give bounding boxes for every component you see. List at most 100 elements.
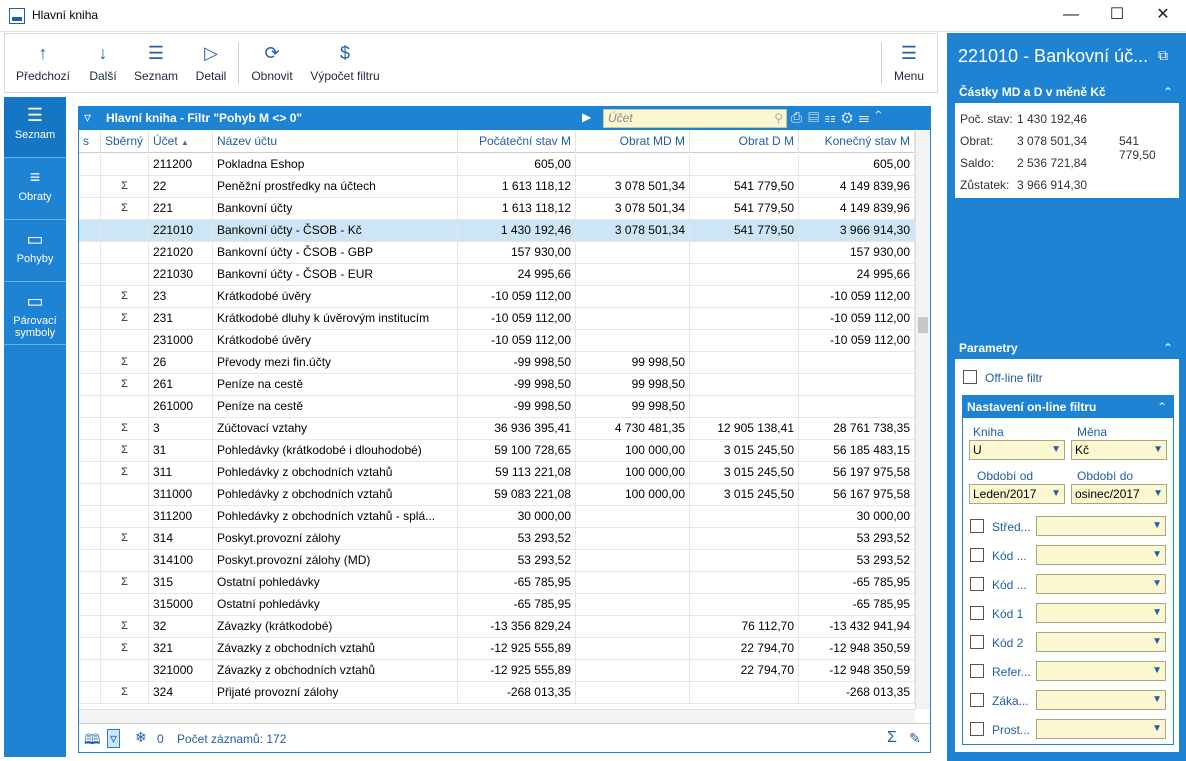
minimize-button[interactable]: — bbox=[1048, 0, 1094, 32]
sum-icon[interactable]: Σ bbox=[887, 729, 897, 747]
table-row[interactable]: Σ 23 Krátkodobé úvěry -10 059 112,00 -10 059… bbox=[79, 286, 915, 308]
cell-d: 22 794,70 bbox=[690, 660, 799, 682]
col-obrat-d[interactable]: Obrat D M bbox=[690, 131, 799, 153]
table-row[interactable]: Σ 32 Závazky (krátkodobé) -13 356 829,24 76 … bbox=[79, 616, 915, 638]
filter-calc-button[interactable]: $ Výpočet filtru bbox=[307, 34, 383, 92]
table-row[interactable]: Σ 321 Závazky z obchodních vztahů -12 925 5… bbox=[79, 638, 915, 660]
close-button[interactable]: ✕ bbox=[1140, 0, 1186, 32]
filter-checkbox[interactable] bbox=[970, 548, 984, 562]
table-row[interactable]: 314100 Poskyt.provozní zálohy (MD) 53 293,… bbox=[79, 550, 915, 572]
cell-kon: -12 948 350,59 bbox=[799, 638, 915, 660]
filter-checkbox[interactable] bbox=[970, 664, 984, 678]
cell-kon: 3 966 914,30 bbox=[799, 220, 915, 242]
filter-checkbox[interactable] bbox=[970, 577, 984, 591]
filter-checkbox[interactable] bbox=[970, 519, 984, 533]
search-input[interactable]: Účet ⚲ bbox=[603, 109, 787, 128]
edit-icon[interactable]: ✎ bbox=[909, 730, 921, 747]
nav-pohyby[interactable]: ▭ Pohyby bbox=[4, 221, 66, 282]
col-pocatecni[interactable]: Počáteční stav M bbox=[458, 131, 576, 153]
previous-button[interactable]: ↑ Předchozí bbox=[13, 34, 73, 92]
filter-field-select[interactable]: ▼ bbox=[1036, 719, 1166, 739]
filter-checkbox[interactable] bbox=[970, 606, 984, 620]
popout-icon[interactable]: ⧉ bbox=[1158, 47, 1168, 64]
vertical-scrollbar[interactable] bbox=[915, 131, 930, 709]
sum-group-icon bbox=[101, 660, 149, 682]
filter-field-select[interactable]: ▼ bbox=[1036, 603, 1166, 623]
table-row[interactable]: 221020 Bankovní účty - ČSOB - GBP 157 930,… bbox=[79, 242, 915, 264]
table-row[interactable]: Σ 314 Poskyt.provozní zálohy 53 293,52 53 29… bbox=[79, 528, 915, 550]
collapse-icon[interactable]: ⌃ bbox=[1163, 81, 1173, 103]
collapse-icon[interactable]: ⌃ bbox=[1163, 337, 1173, 359]
detail-button[interactable]: ▷ Detail bbox=[191, 34, 231, 92]
filter-field-select[interactable]: ▼ bbox=[1036, 574, 1166, 594]
horizontal-scrollbar[interactable] bbox=[79, 709, 915, 723]
table-row[interactable]: 311200 Pohledávky z obchodních vztahů - s… bbox=[79, 506, 915, 528]
table-row[interactable]: Σ 315 Ostatní pohledávky -65 785,95 -65 785,… bbox=[79, 572, 915, 594]
online-filter-header[interactable]: Nastavení on-line filtru ⌃ bbox=[963, 396, 1173, 418]
table-row[interactable]: Σ 324 Přijaté provozní zálohy -268 013,35 -2… bbox=[79, 682, 915, 704]
table-row[interactable]: 221010 Bankovní účty - ČSOB - Kč 1 430 192… bbox=[79, 220, 915, 242]
grid-tools[interactable]: ⎙▤☷⚙☰⌃ bbox=[791, 109, 888, 126]
scroll-thumb[interactable] bbox=[918, 317, 928, 333]
table-row[interactable]: Σ 31 Pohledávky (krátkodobé i dlouhodobé) 5… bbox=[79, 440, 915, 462]
snowflake-icon[interactable]: ❄ bbox=[135, 729, 147, 746]
filter-checkbox[interactable] bbox=[970, 693, 984, 707]
table-row[interactable]: Σ 22 Peněžní prostředky na účtech 1 613 118… bbox=[79, 176, 915, 198]
table-row[interactable]: 321000 Závazky z obchodních vztahů -12 925… bbox=[79, 660, 915, 682]
period-from-select[interactable]: Leden/2017 ▼ bbox=[969, 484, 1065, 504]
table-row[interactable]: Σ 3 Zúčtovací vztahy 36 936 395,41 4 730 481… bbox=[79, 418, 915, 440]
filter-field-label: Záka... bbox=[992, 694, 1029, 708]
table-row[interactable]: 315000 Ostatní pohledávky -65 785,95 -65 78… bbox=[79, 594, 915, 616]
next-button[interactable]: ↓ Další bbox=[83, 34, 123, 92]
cell-d bbox=[690, 682, 799, 704]
nav-parovaci-symboly[interactable]: ▭ Párovací symboly bbox=[4, 283, 66, 345]
table-row[interactable]: Σ 261 Peníze na cestě -99 998,50 99 998,50 bbox=[79, 374, 915, 396]
table-row[interactable]: Σ 311 Pohledávky z obchodních vztahů 59 113… bbox=[79, 462, 915, 484]
nav-seznam[interactable]: ☰ Seznam bbox=[4, 97, 66, 158]
table-row[interactable]: 231000 Krátkodobé úvěry -10 059 112,00 -10 … bbox=[79, 330, 915, 352]
cell-s bbox=[79, 484, 101, 506]
col-s[interactable]: s bbox=[79, 131, 101, 153]
col-sberny[interactable]: Sběrný bbox=[101, 131, 149, 153]
table-row[interactable]: 311000 Pohledávky z obchodních vztahů 59 0… bbox=[79, 484, 915, 506]
filter-field-select[interactable]: ▼ bbox=[1036, 516, 1166, 536]
cell-s bbox=[79, 154, 101, 176]
params-header[interactable]: Parametry ⌃ bbox=[955, 337, 1179, 359]
menu-button[interactable]: ☰ Menu bbox=[889, 34, 929, 92]
filter-field-select[interactable]: ▼ bbox=[1036, 545, 1166, 565]
period-to-select[interactable]: osinec/2017 ▼ bbox=[1071, 484, 1167, 504]
table-row[interactable]: 211200 Pokladna Eshop 605,00 605,00 bbox=[79, 154, 915, 176]
table-row[interactable]: Σ 26 Převody mezi fin.účty -99 998,50 99 998… bbox=[79, 352, 915, 374]
nav-obraty[interactable]: ≡ Obraty bbox=[4, 159, 66, 220]
cell-s bbox=[79, 396, 101, 418]
filter-field-select[interactable]: ▼ bbox=[1036, 690, 1166, 710]
col-ucet[interactable]: Účet ▲ bbox=[149, 131, 213, 153]
refresh-button[interactable]: ⟳ Obnovit bbox=[247, 34, 297, 92]
table-row[interactable]: 221030 Bankovní účty - ČSOB - EUR 24 995,6… bbox=[79, 264, 915, 286]
col-obrat-md[interactable]: Obrat MD M bbox=[576, 131, 690, 153]
mena-select[interactable]: Kč ▼ bbox=[1071, 440, 1167, 460]
maximize-button[interactable]: ☐ bbox=[1094, 0, 1140, 32]
col-nazev[interactable]: Název účtu bbox=[213, 131, 458, 153]
kniha-select[interactable]: U ▼ bbox=[969, 440, 1065, 460]
table-row[interactable]: Σ 231 Krátkodobé dluhy k úvěrovým instituc… bbox=[79, 308, 915, 330]
table-row[interactable]: Σ 221 Bankovní účty 1 613 118,12 3 078 501,3… bbox=[79, 198, 915, 220]
filter-checkbox[interactable] bbox=[970, 635, 984, 649]
book-icon[interactable]: 🕮 bbox=[84, 729, 101, 753]
table-row[interactable]: 261000 Peníze na cestě -99 998,50 99 998,50 bbox=[79, 396, 915, 418]
list-button[interactable]: ☰ Seznam bbox=[133, 34, 179, 92]
cell-nazev: Pohledávky z obchodních vztahů bbox=[213, 484, 458, 506]
cell-ucet: 26 bbox=[149, 352, 213, 374]
offline-checkbox[interactable] bbox=[963, 370, 977, 384]
cell-s bbox=[79, 594, 101, 616]
col-konecny[interactable]: Konečný stav M bbox=[799, 131, 915, 153]
filter-field-select[interactable]: ▼ bbox=[1036, 632, 1166, 652]
collapse-icon[interactable]: ⌃ bbox=[1157, 396, 1167, 418]
amounts-header[interactable]: Částky MD a D v měně Kč ⌃ bbox=[955, 81, 1179, 103]
filter-checkbox[interactable] bbox=[970, 722, 984, 736]
cell-md bbox=[576, 660, 690, 682]
filter-field-select[interactable]: ▼ bbox=[1036, 661, 1166, 681]
filter-toggle-icon[interactable]: ▿ bbox=[107, 729, 121, 748]
filter-icon[interactable]: ▿ bbox=[84, 109, 91, 126]
play-icon[interactable]: ▶ bbox=[582, 110, 591, 124]
